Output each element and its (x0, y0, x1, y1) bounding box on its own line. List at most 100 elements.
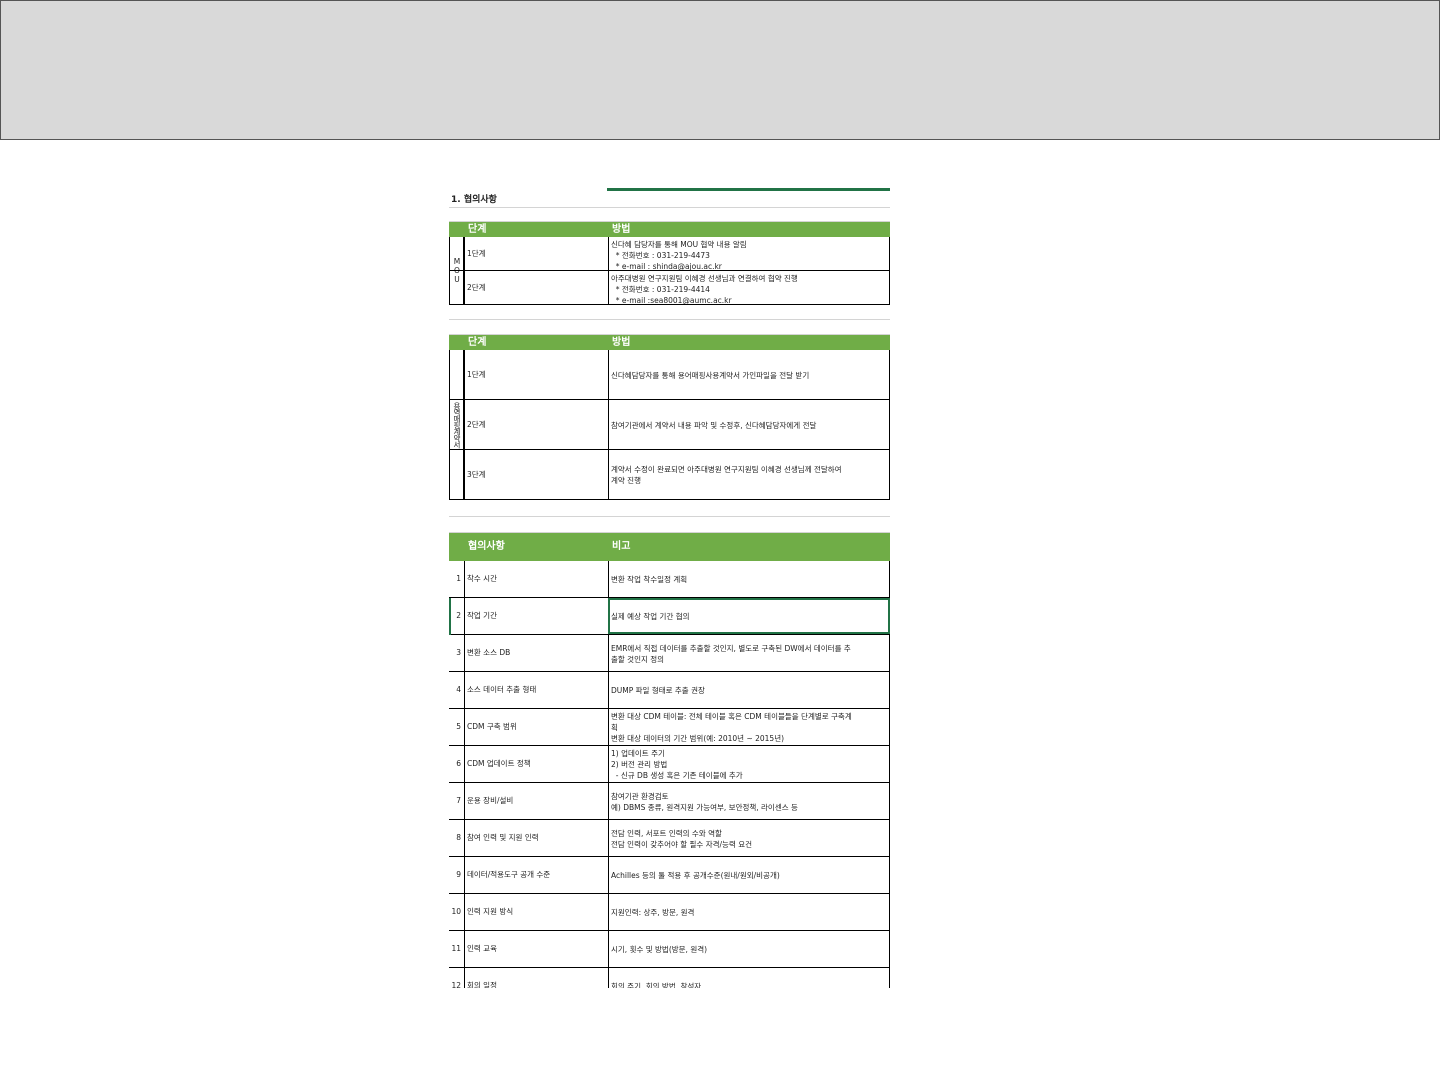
mou-row: 1단계 신다혜 담당자를 통해 MOU 협약 내용 알림 * 전화번호 : 031… (449, 237, 890, 271)
row-number-cell[interactable]: 2 (449, 598, 464, 634)
stage-cell[interactable]: 3단계 (464, 450, 608, 499)
contract-row: 1단계 신다혜담당자를 통해 용어매핑사용계약서 가인파일을 전달 받기 (449, 350, 890, 400)
spreadsheet-view[interactable]: 1. 협의사항 단계 방법 MOU 1단계 신다혜 담당자를 통해 MOU 협약 … (449, 188, 890, 988)
section-title-row: 1. 협의사항 (449, 193, 890, 208)
stage-cell[interactable]: 1단계 (464, 237, 608, 270)
agenda-header-row: 협의사항 비고 (449, 533, 890, 561)
note-line: 실제 예상 작업 기간 협의 (611, 612, 690, 621)
note-cell[interactable]: 신다혜담당자를 통해 용어매핑사용계약서 가인파일을 전달 받기 (608, 350, 890, 399)
note-cell[interactable]: 변환 대상 CDM 테이블: 전체 테이블 혹은 CDM 테이블들을 단계별로 … (608, 709, 890, 745)
item-cell[interactable]: 작업 기간 (464, 598, 608, 634)
blank-row (449, 305, 890, 320)
note-line: DUMP 파일 형태로 추출 권장 (611, 686, 705, 695)
note-line: 2) 버전 관리 방법 (611, 760, 668, 769)
note-line: 신다혜 담당자를 통해 MOU 협약 내용 알림 (611, 240, 747, 249)
note-cell[interactable]: 1) 업데이트 주기 2) 버전 관리 방법 - 신규 DB 생성 혹은 기존 테… (608, 746, 890, 782)
agenda-header-item: 협의사항 (468, 541, 505, 552)
stage-cell[interactable]: 1단계 (464, 350, 608, 399)
row-number-cell[interactable]: 4 (449, 672, 464, 708)
selected-note-cell[interactable]: 실제 예상 작업 기간 협의 (608, 598, 890, 634)
note-lines: 시기, 횟수 및 방법(방문, 원격) (611, 943, 707, 955)
row-number-cell[interactable]: 12 (449, 968, 464, 988)
note-lines: Achilles 등의 툴 적용 후 공개수준(원내/원외/비공개) (611, 869, 780, 881)
row-number-cell[interactable]: 8 (449, 820, 464, 856)
note-line: 신다혜담당자를 통해 용어매핑사용계약서 가인파일을 전달 받기 (611, 370, 810, 380)
note-line: 전담 인력이 갖추어야 할 필수 자격/능력 요건 (611, 839, 753, 849)
note-lines: 신다혜 담당자를 통해 MOU 협약 내용 알림 * 전화번호 : 031-21… (611, 238, 747, 270)
stage-cell[interactable]: 2단계 (464, 271, 608, 304)
item-cell[interactable]: 운용 장비/설비 (464, 783, 608, 819)
agenda-row: 10 인력 지원 방식 지원인력: 상주, 방문, 원격 (449, 894, 890, 931)
item-cell[interactable]: 참여 인력 및 지원 인력 (464, 820, 608, 856)
note-lines: 변환 작업 착수일정 계획 (611, 573, 687, 585)
item-cell[interactable]: CDM 업데이트 정책 (464, 746, 608, 782)
selection-row-marker (449, 598, 451, 635)
agenda-row: 11 인력 교육 시기, 횟수 및 방법(방문, 원격) (449, 931, 890, 968)
item-cell[interactable]: 착수 시간 (464, 561, 608, 597)
note-cell[interactable]: 신다혜 담당자를 통해 MOU 협약 내용 알림 * 전화번호 : 031-21… (608, 237, 890, 270)
note-line: 지원인력: 상주, 방문, 원격 (611, 908, 695, 917)
agenda-row: 7 운용 장비/설비 참여기관 환경검토 예) DBMS 종류, 원격지원 가능여부,… (449, 783, 890, 820)
row-number-cell[interactable]: 6 (449, 746, 464, 782)
note-line: 아주대병원 연구지원팀 이혜경 선생님과 연결하여 협약 진행 (611, 274, 798, 283)
item-cell[interactable]: 인력 교육 (464, 931, 608, 967)
contract-header-row: 단계 방법 (449, 335, 890, 350)
note-cell[interactable]: 회의 주기, 회의 방법, 참석자 (608, 968, 890, 988)
agenda-row: 3 변환 소스 DB EMR에서 직접 데이터를 추출할 것인지, 별도로 구축된 … (449, 635, 890, 672)
mou-header-row: 단계 방법 (449, 222, 890, 237)
row-number-cell[interactable]: 5 (449, 709, 464, 745)
section-title: 1. 협의사항 (451, 195, 497, 205)
contract-header-stage: 단계 (468, 336, 487, 348)
agenda-row: 5 CDM 구축 범위 변환 대상 CDM 테이블: 전체 테이블 혹은 CDM 테… (449, 709, 890, 746)
note-lines: 지원인력: 상주, 방문, 원격 (611, 906, 694, 918)
note-line: * e-mail : shinda@ajou.ac.kr (611, 262, 722, 270)
note-cell[interactable]: EMR에서 직접 데이터를 추출할 것인지, 별도로 구축된 DW에서 데이터를… (608, 635, 890, 671)
row-number-cell[interactable]: 7 (449, 783, 464, 819)
blank-row (449, 320, 890, 335)
blank-row (449, 500, 890, 517)
note-line: Achilles 등의 툴 적용 후 공개수준(원내/원외/비공개) (611, 871, 780, 880)
item-cell[interactable]: 인력 지원 방식 (464, 894, 608, 930)
stage-cell[interactable]: 2단계 (464, 400, 608, 449)
note-line: 변환 대상 CDM 테이블: 전체 테이블 혹은 CDM 테이블들을 단계별로 … (611, 712, 852, 721)
item-cell[interactable]: 회의 일정 (464, 968, 608, 988)
note-cell[interactable]: Achilles 등의 툴 적용 후 공개수준(원내/원외/비공개) (608, 857, 890, 893)
row-number-cell[interactable]: 1 (449, 561, 464, 597)
blank-row (449, 517, 890, 533)
contract-row: 3단계 계약서 수정이 완료되면 아주대병원 연구지원팀 이혜경 선생님께 전달하… (449, 450, 890, 500)
note-cell[interactable]: 변환 작업 착수일정 계획 (608, 561, 890, 597)
note-cell[interactable]: 계약서 수정이 완료되면 아주대병원 연구지원팀 이혜경 선생님께 전달하여 계약… (608, 450, 890, 499)
note-lines: 실제 예상 작업 기간 협의 (611, 610, 690, 622)
note-lines: DUMP 파일 형태로 추출 권장 (611, 684, 705, 696)
agenda-header-note: 비고 (612, 541, 631, 552)
note-cell[interactable]: 참여기관에서 계약서 내용 파악 및 수정후, 신다혜담당자에게 전달 (608, 400, 890, 449)
agenda-row: 2 작업 기간 실제 예상 작업 기간 협의 (449, 598, 890, 635)
item-cell[interactable]: CDM 구축 범위 (464, 709, 608, 745)
note-cell[interactable]: 지원인력: 상주, 방문, 원격 (608, 894, 890, 930)
agenda-row: 4 소스 데이터 추출 형태 DUMP 파일 형태로 추출 권장 (449, 672, 890, 709)
top-banner-area (0, 0, 1440, 140)
note-line: 참여기관 환경검토 (611, 791, 669, 801)
mou-header-stage: 단계 (468, 223, 487, 235)
item-cell[interactable]: 데이터/적용도구 공개 수준 (464, 857, 608, 893)
item-cell[interactable]: 변환 소스 DB (464, 635, 608, 671)
agenda-row: 6 CDM 업데이트 정책 1) 업데이트 주기 2) 버전 관리 방법 - 신규 D… (449, 746, 890, 783)
row-number-cell[interactable]: 10 (449, 894, 464, 930)
row-number-cell[interactable]: 9 (449, 857, 464, 893)
note-line: 획 (611, 723, 618, 732)
item-cell[interactable]: 소스 데이터 추출 형태 (464, 672, 608, 708)
contract-header-method: 방법 (612, 336, 631, 348)
note-cell[interactable]: DUMP 파일 형태로 추출 권장 (608, 672, 890, 708)
note-cell[interactable]: 시기, 횟수 및 방법(방문, 원격) (608, 931, 890, 967)
note-cell[interactable]: 참여기관 환경검토 예) DBMS 종류, 원격지원 가능여부, 보안정책, 라이… (608, 783, 890, 819)
note-line: 계약서 수정이 완료되면 아주대병원 연구지원팀 이혜경 선생님께 전달하여 (611, 465, 842, 474)
note-lines: 참여기관 환경검토 예) DBMS 종류, 원격지원 가능여부, 보안정책, 라이… (611, 790, 798, 813)
note-cell[interactable]: 전담 인력, 서포트 인력의 수와 역할 전담 인력이 갖추어야 할 필수 자격/… (608, 820, 890, 856)
note-line: 예) DBMS 종류, 원격지원 가능여부, 보안정책, 라이센스 등 (611, 802, 798, 812)
row-number-cell[interactable]: 3 (449, 635, 464, 671)
note-lines: 계약서 수정이 완료되면 아주대병원 연구지원팀 이혜경 선생님께 전달하여 계약… (611, 463, 842, 486)
row-number-cell[interactable]: 11 (449, 931, 464, 967)
note-line: * e-mail :sea8001@aumc.ac.kr (611, 296, 732, 304)
note-line: - 신규 DB 생성 혹은 기존 테이블에 추가 (611, 771, 743, 780)
note-cell[interactable]: 아주대병원 연구지원팀 이혜경 선생님과 연결하여 협약 진행 * 전화번호 :… (608, 271, 890, 304)
